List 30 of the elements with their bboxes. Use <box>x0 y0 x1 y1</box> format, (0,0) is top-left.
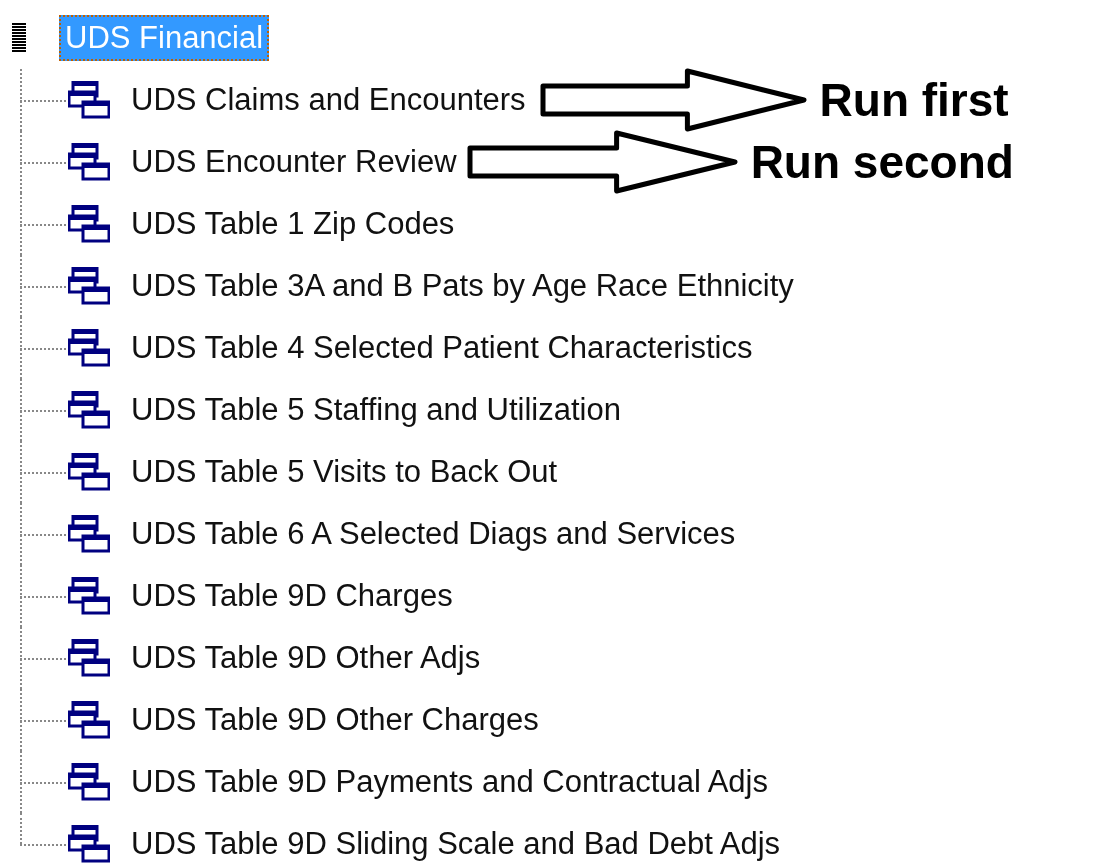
windows-icon <box>68 577 110 615</box>
tree-item[interactable]: UDS Claims and Encounters <box>131 81 526 119</box>
tree-item[interactable]: UDS Table 5 Staffing and Utilization <box>131 391 621 429</box>
windows-icon <box>68 205 110 243</box>
windows-icon <box>68 267 110 305</box>
tree-item[interactable]: UDS Table 4 Selected Patient Characteristics <box>131 329 753 367</box>
annotation-label: Run second <box>750 139 1014 185</box>
windows-icon <box>68 81 110 119</box>
windows-icon <box>68 329 110 367</box>
tree-item[interactable]: UDS Table 9D Payments and Contractual Adjs <box>131 763 768 801</box>
annotation-label: Run first <box>819 77 1009 123</box>
tree-root-icon <box>12 23 26 53</box>
tree-item[interactable]: UDS Table 3A and B Pats by Age Race Ethnicity <box>131 267 794 305</box>
right-arrow-icon <box>539 68 808 132</box>
tree-item[interactable]: UDS Table 9D Other Adjs <box>131 639 481 677</box>
right-arrow-icon <box>466 130 739 194</box>
windows-icon <box>68 763 110 801</box>
tree-item[interactable]: UDS Table 9D Other Charges <box>131 701 539 739</box>
windows-icon <box>68 453 110 491</box>
windows-icon <box>68 701 110 739</box>
tree-item[interactable]: UDS Encounter Review <box>131 143 457 181</box>
windows-icon <box>68 639 110 677</box>
windows-icon <box>68 143 110 181</box>
tree-item[interactable]: UDS Table 1 Zip Codes <box>131 205 455 243</box>
windows-icon <box>68 391 110 429</box>
tree-item[interactable]: UDS Table 9D Charges <box>131 577 453 615</box>
tree-item[interactable]: UDS Table 6 A Selected Diags and Services <box>131 515 736 553</box>
tree-item[interactable]: UDS Table 5 Visits to Back Out <box>131 453 558 491</box>
tree-item[interactable]: UDS Table 9D Sliding Scale and Bad Debt Adjs <box>131 825 781 863</box>
windows-icon <box>68 515 110 553</box>
